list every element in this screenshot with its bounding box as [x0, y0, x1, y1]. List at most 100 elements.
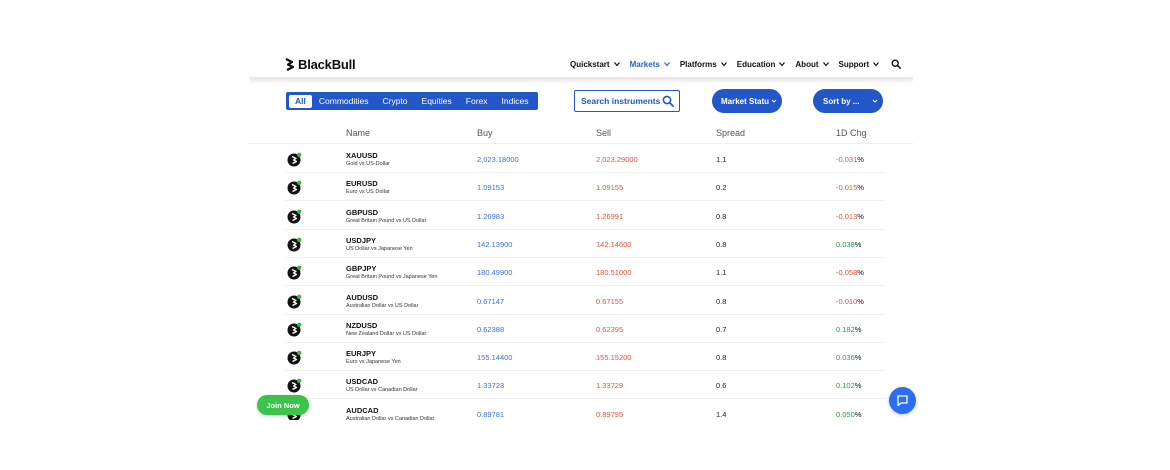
daily-change-value: 0.182 — [836, 324, 855, 334]
bull-avatar-icon — [287, 265, 302, 280]
chevron-down-icon — [779, 62, 786, 67]
bull-avatar-icon — [287, 294, 302, 308]
percent-sign: % — [854, 324, 862, 334]
table-row[interactable]: GBPJPY Great Britain Pound vs Japanese Ye… — [285, 258, 885, 287]
instrument-symbol: EURJPY — [346, 349, 377, 359]
daily-change: -0.010% — [836, 297, 864, 306]
percent-sign: % — [854, 381, 862, 391]
table-row[interactable]: AUDUSD Australian Dollar vs US Dollar 0.67… — [285, 287, 885, 315]
spread-value: 1.1 — [716, 155, 727, 164]
daily-change-value: 0.038 — [836, 239, 855, 249]
table-row[interactable]: XAUUSD Gold vs US-Dollar 2,023.18000 2,023.… — [285, 145, 885, 173]
bull-avatar-icon — [287, 237, 302, 252]
instrument-description: Great Britain Pound vs US Dollar — [346, 217, 427, 224]
daily-change: 0.038% — [836, 240, 861, 249]
filter-tab-indices[interactable]: Indices — [495, 95, 536, 108]
sell-price[interactable]: 0.89795 — [596, 410, 623, 419]
buy-price[interactable]: 2,023.18000 — [477, 155, 519, 164]
sell-price[interactable]: 0.62395 — [596, 325, 623, 334]
nav-item-label: Quickstart — [570, 59, 610, 69]
sell-price[interactable]: 2,023.29000 — [596, 155, 638, 164]
search-icon[interactable] — [891, 59, 902, 69]
buy-price[interactable]: 1.26983 — [477, 212, 504, 221]
bull-avatar-icon — [287, 378, 302, 393]
search-instruments-input[interactable]: Search instruments — [574, 90, 680, 112]
sell-price[interactable]: 1.09155 — [596, 183, 623, 192]
column-buy[interactable]: Buy — [477, 128, 493, 138]
instrument-description: New Zealand Dollar vs US Dollar — [346, 330, 427, 337]
chat-icon — [897, 395, 908, 407]
instrument-symbol: USDCAD — [346, 377, 379, 387]
buy-price[interactable]: 0.89781 — [477, 410, 504, 419]
column-name[interactable]: Name — [346, 128, 370, 138]
filter-tab-all[interactable]: All — [289, 94, 312, 108]
table-row[interactable]: NZDUSD New Zealand Dollar vs US Dollar 0.6… — [285, 315, 885, 343]
nav-item-label: Support — [838, 59, 870, 69]
filter-tab-crypto[interactable]: Crypto — [375, 95, 414, 108]
nav-item-platforms[interactable]: Platforms — [680, 60, 728, 69]
table-row[interactable]: USDCAD US Dollar vs Canadian Dollar 1.3372… — [285, 371, 885, 400]
chevron-down-icon — [613, 62, 620, 67]
column-sell[interactable]: Sell — [596, 128, 611, 138]
instrument-symbol: AUDCAD — [346, 405, 379, 415]
daily-change: 0.182% — [836, 325, 861, 334]
bull-avatar-icon — [287, 180, 302, 195]
daily-change: -0.015% — [836, 183, 864, 192]
buy-price[interactable]: 0.67147 — [477, 297, 504, 306]
instrument-symbol: AUDUSD — [346, 292, 379, 302]
spread-value: 0.8 — [716, 296, 727, 306]
chevron-down-icon — [873, 62, 880, 67]
buy-price[interactable]: 180.49900 — [477, 268, 512, 277]
daily-change: 0.102% — [836, 381, 861, 390]
daily-change-value: -0.013 — [836, 211, 858, 221]
table-row[interactable]: AUDCAD Australian Dollar vs Canadian Doll… — [285, 400, 885, 420]
filter-tab-equities[interactable]: Equities — [415, 95, 459, 108]
daily-change-value: -0.058 — [836, 268, 858, 278]
buy-price[interactable]: 155.14400 — [477, 353, 512, 362]
buy-price[interactable]: 1.33723 — [477, 381, 504, 390]
chevron-down-icon — [663, 62, 670, 67]
nav-item-label: Education — [736, 59, 776, 69]
daily-change: -0.013% — [836, 212, 864, 221]
column-spread[interactable]: Spread — [716, 128, 745, 138]
nav-item-quickstart[interactable]: Quickstart — [570, 60, 621, 69]
sell-price[interactable]: 1.33729 — [596, 381, 623, 390]
sell-price[interactable]: 142.14600 — [596, 240, 631, 249]
sell-price[interactable]: 155.15200 — [596, 353, 631, 362]
bull-avatar-icon — [287, 152, 302, 167]
chevron-down-icon — [720, 62, 727, 67]
search-icon[interactable] — [662, 95, 674, 107]
nav-item-education[interactable]: Education — [737, 60, 787, 69]
buy-price[interactable]: 1.09153 — [477, 183, 504, 192]
sort-by-dropdown[interactable]: Sort by ... — [813, 89, 883, 113]
chat-button[interactable] — [889, 387, 916, 414]
sell-price[interactable]: 180.51000 — [596, 268, 631, 277]
percent-sign: % — [854, 409, 862, 419]
brand-logo[interactable]: BlackBull — [285, 57, 356, 72]
instrument-description: US Dollar vs Japanese Yen — [346, 245, 413, 252]
instrument-symbol: EURUSD — [346, 179, 378, 189]
table-row[interactable]: USDJPY US Dollar vs Japanese Yen 142.13900… — [285, 230, 885, 258]
chevron-down-icon — [822, 62, 829, 67]
column-change[interactable]: 1D Chg — [836, 128, 867, 138]
nav-item-markets[interactable]: Markets — [630, 60, 671, 69]
instrument-symbol: XAUUSD — [346, 151, 378, 160]
sell-price[interactable]: 1.26991 — [596, 212, 623, 221]
nav-item-label: Platforms — [679, 59, 717, 69]
market-status-dropdown[interactable]: Market Statu — [712, 89, 782, 113]
buy-price[interactable]: 0.62388 — [477, 325, 504, 334]
sell-price[interactable]: 0.67155 — [596, 297, 623, 306]
nav-item-about[interactable]: About — [795, 60, 829, 69]
buy-price[interactable]: 142.13900 — [477, 240, 512, 249]
join-now-button[interactable]: Join Now — [257, 395, 309, 415]
bull-logo-icon — [285, 58, 294, 71]
filter-tab-commodities[interactable]: Commodities — [312, 95, 376, 108]
table-row[interactable]: EURUSD Euro vs US Dollar 1.09153 1.09155 0.2… — [285, 173, 885, 202]
daily-change-value: -0.031 — [836, 155, 858, 164]
filter-tab-forex[interactable]: Forex — [459, 95, 495, 108]
table-row[interactable]: EURJPY Euro vs Japanese Yen 155.14400 155.1… — [285, 343, 885, 372]
table-row[interactable]: GBPUSD Great Britain Pound vs US Dollar 1.… — [285, 202, 885, 230]
table-header: Name Buy Sell Spread 1D Chg — [249, 124, 913, 144]
nav-item-support[interactable]: Support — [839, 60, 881, 69]
daily-change: 0.036% — [836, 353, 861, 362]
